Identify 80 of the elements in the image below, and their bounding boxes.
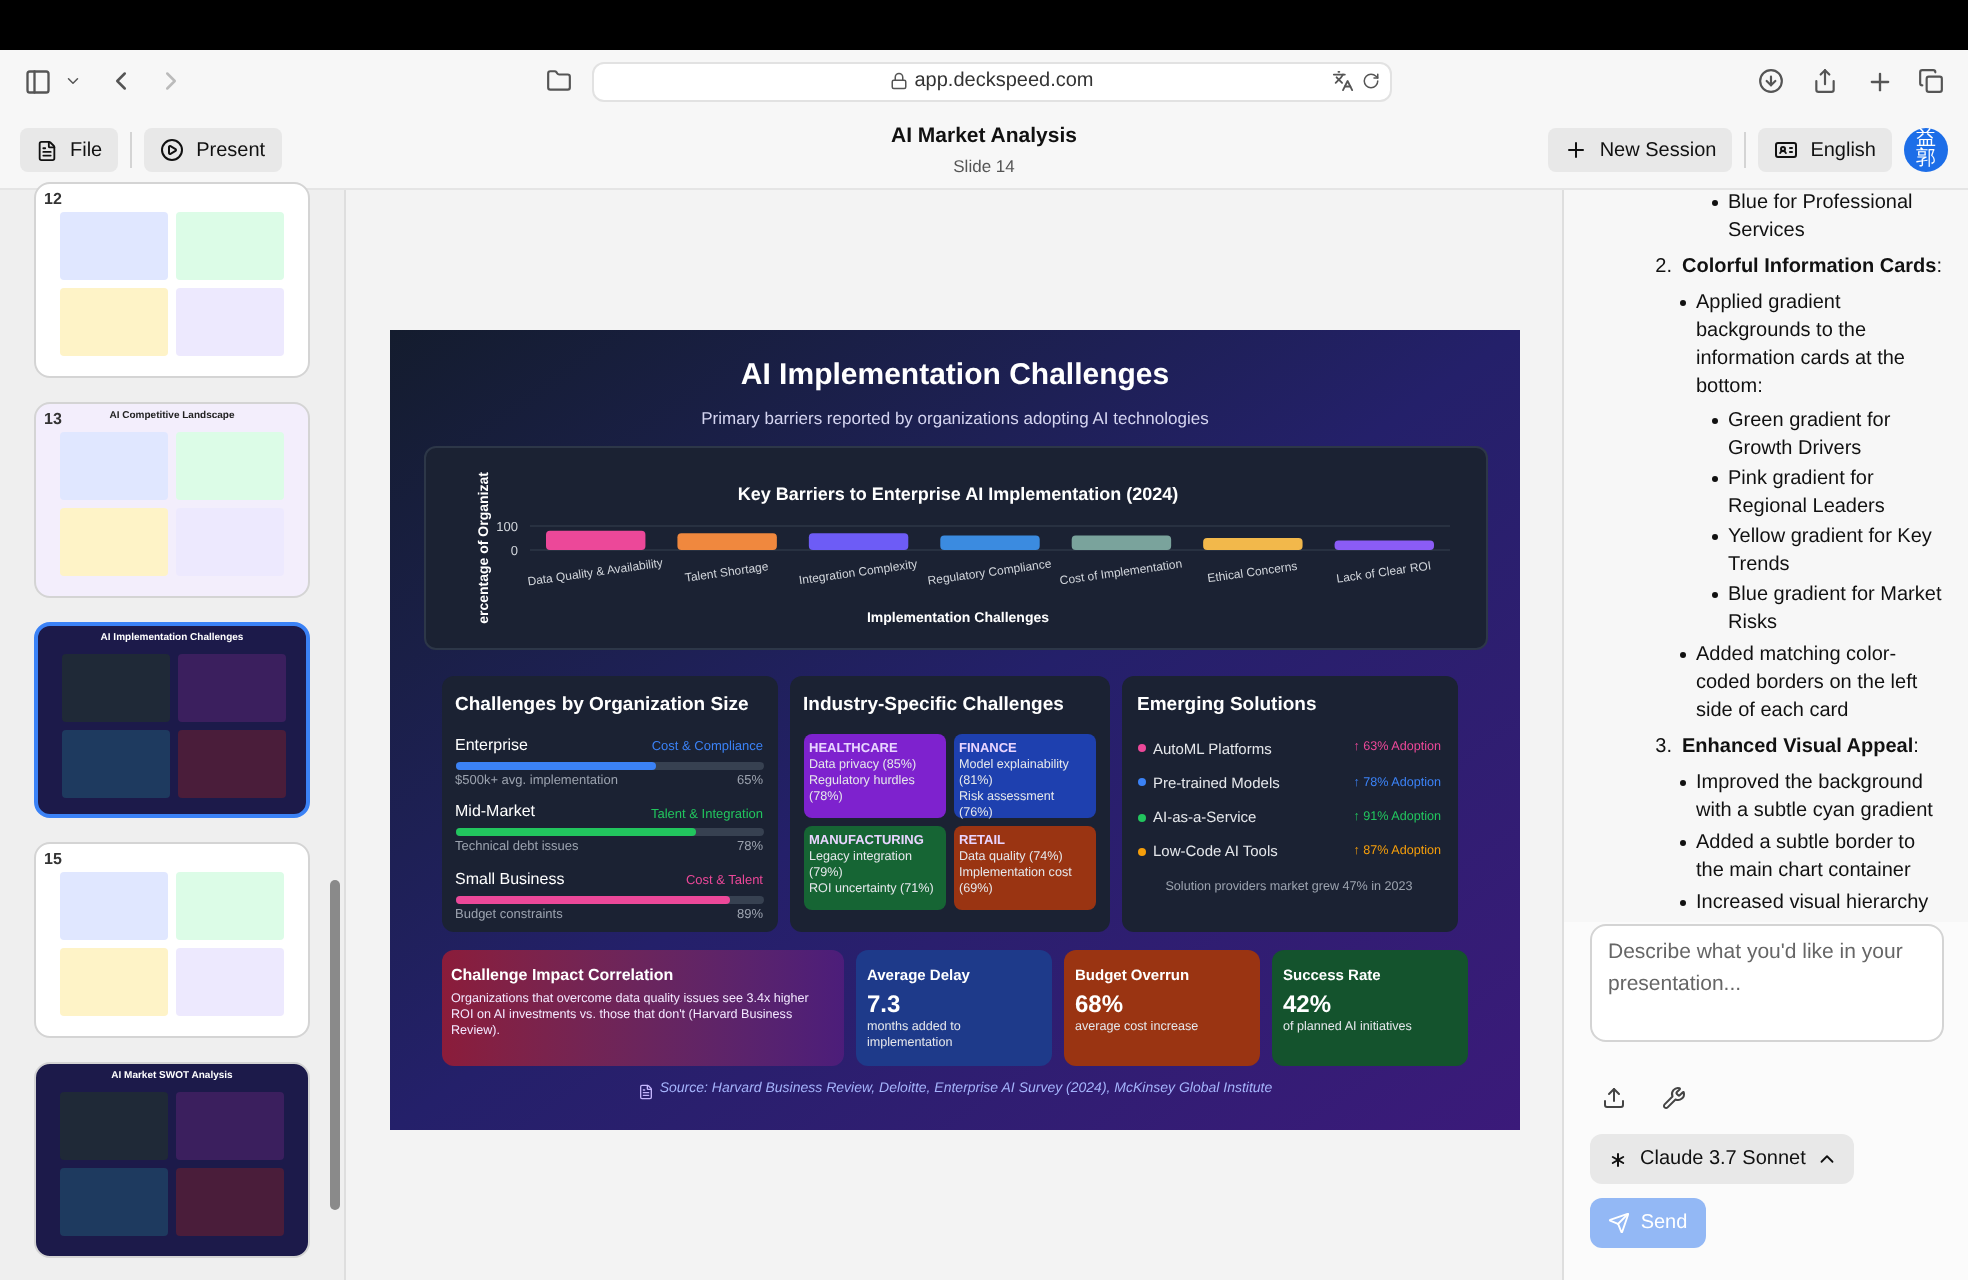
card-title: Emerging Solutions xyxy=(1137,692,1319,721)
plus-icon xyxy=(1563,138,1588,162)
chart-bar xyxy=(1333,540,1433,551)
lock-icon xyxy=(890,72,909,90)
bullet-icon xyxy=(1712,476,1718,482)
list-text: Blue gradient for Market Risks xyxy=(1728,582,1944,638)
list-text: Added a subtle border to the main chart container xyxy=(1696,830,1918,886)
scrollbar[interactable] xyxy=(330,880,340,1210)
card-title: Challenge Impact Correlation xyxy=(451,964,676,989)
bullet-icon xyxy=(1712,534,1718,540)
list-text: Blue for Professional Services xyxy=(1728,190,1915,246)
list-number: 2. xyxy=(1653,254,1672,282)
url-text: app.deckspeed.com xyxy=(914,68,1094,96)
tabs-icon[interactable] xyxy=(1918,68,1944,94)
folder-icon[interactable] xyxy=(546,68,572,94)
chart-bar xyxy=(545,531,645,551)
chart-bar xyxy=(939,536,1039,551)
list-heading: Enhanced Visual Appeal: xyxy=(1682,734,1919,762)
bullet-icon xyxy=(1680,652,1686,658)
document-title: AI Market Analysis xyxy=(891,121,1077,152)
list-text: Yellow gradient for Key Trends xyxy=(1728,524,1934,580)
translate-icon[interactable] xyxy=(1332,70,1354,92)
document-icon xyxy=(637,1083,654,1099)
list-text: Pink gradient for Regional Leaders xyxy=(1728,466,1887,522)
sidebar-icon[interactable] xyxy=(24,67,52,95)
slide-title: AI Implementation Challenges xyxy=(740,356,1170,396)
chart-bar xyxy=(807,533,908,551)
chevron-down-icon[interactable] xyxy=(64,72,82,90)
slide-thumbnail[interactable]: 12 xyxy=(34,182,310,378)
language-icon xyxy=(1774,138,1799,162)
slide-indicator: Slide 14 xyxy=(953,153,1015,179)
present-button[interactable]: Present xyxy=(144,128,282,172)
address-bar[interactable]: app.deckspeed.com xyxy=(592,61,1392,101)
chart-bar xyxy=(1202,538,1302,551)
user-avatar[interactable]: 益郭 xyxy=(1904,128,1948,172)
reload-icon[interactable] xyxy=(1362,72,1380,90)
chart-bar xyxy=(676,533,776,551)
list-text: Added matching color-coded borders on the left side of each card xyxy=(1696,642,1920,726)
upload-icon[interactable] xyxy=(1602,1086,1626,1110)
card-title: Challenges by Organization Size xyxy=(455,692,751,721)
tools-icon[interactable] xyxy=(1662,1086,1686,1110)
new-tab-icon[interactable] xyxy=(1866,67,1894,95)
list-text: Increased visual hierarchy xyxy=(1696,890,1929,918)
chart-bar xyxy=(1070,536,1171,551)
list-number: 3. xyxy=(1653,734,1672,762)
model-selector[interactable]: Claude 3.7 Sonnet xyxy=(1590,1134,1854,1184)
chart-title: Key Barriers to Enterprise AI Implementation (2024) xyxy=(736,484,1178,505)
bullet-icon xyxy=(1680,300,1686,306)
stat-value: 42% xyxy=(1283,989,1334,1019)
new-session-button[interactable]: New Session xyxy=(1547,128,1733,172)
bullet-icon xyxy=(1712,418,1718,424)
bullet-icon xyxy=(1712,592,1718,598)
play-icon xyxy=(160,138,185,162)
slide-number: 13 xyxy=(44,408,62,432)
language-button[interactable]: English xyxy=(1758,128,1892,172)
row-label: Small Business xyxy=(455,868,565,892)
slide-subtitle: Primary barriers reported by organizations adopting AI technologies xyxy=(701,405,1209,431)
bullet-icon xyxy=(1680,840,1686,846)
slide-number: 12 xyxy=(44,188,62,212)
download-icon[interactable] xyxy=(1758,68,1784,94)
row-label: Enterprise xyxy=(455,733,528,757)
list-text: Applied gradient backgrounds to the information cards at the bottom: xyxy=(1696,290,1907,402)
sparkle-icon xyxy=(1606,1147,1630,1171)
list-text: Improved the background with a subtle cyan gradient xyxy=(1696,770,1935,826)
slide-thumbnail[interactable]: 15 xyxy=(34,842,310,1038)
bullet-icon xyxy=(1680,780,1686,786)
row-label: Mid-Market xyxy=(455,800,536,825)
share-icon[interactable] xyxy=(1812,68,1838,94)
prompt-input[interactable]: Describe what you'd like in your presentation... xyxy=(1590,924,1944,1042)
bullet-icon xyxy=(1680,900,1686,906)
stat-value: 7.3 xyxy=(867,989,903,1019)
card-title: Industry-Specific Challenges xyxy=(803,692,1066,721)
file-button[interactable]: File xyxy=(20,128,119,172)
list-heading: Colorful Information Cards: xyxy=(1682,254,1943,282)
file-icon xyxy=(36,139,58,161)
stat-value: 68% xyxy=(1075,989,1126,1019)
bullet-icon xyxy=(1712,200,1718,206)
list-text: Green gradient for Growth Drivers xyxy=(1728,408,1893,464)
send-icon xyxy=(1608,1212,1631,1234)
slide-number: 15 xyxy=(44,848,62,872)
